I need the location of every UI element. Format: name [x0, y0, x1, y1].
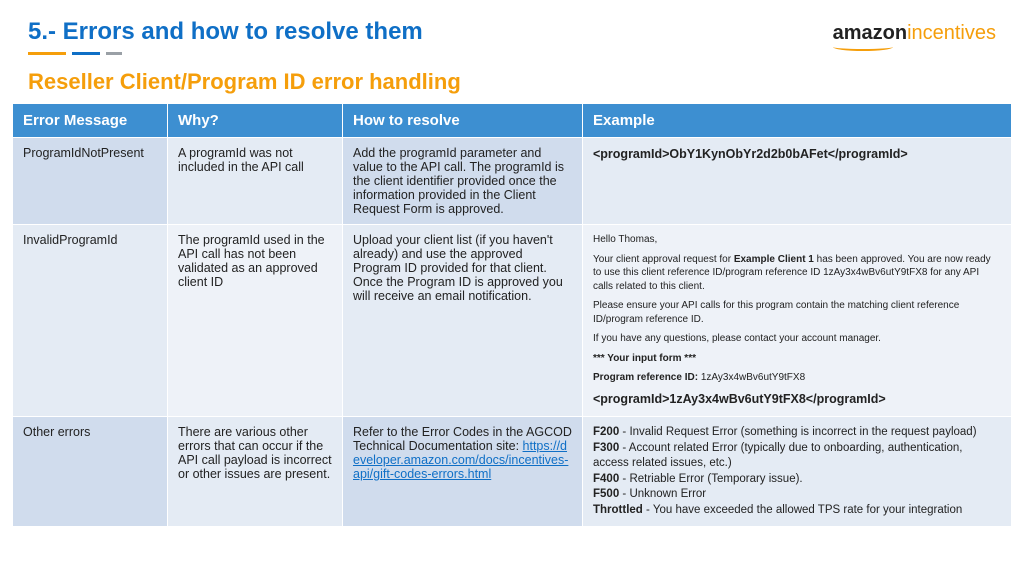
- section-subtitle: Reseller Client/Program ID error handlin…: [0, 55, 1024, 103]
- cell-how: Add the programId parameter and value to…: [343, 138, 583, 225]
- th-why: Why?: [168, 104, 343, 138]
- cell-why: There are various other errors that can …: [168, 417, 343, 527]
- th-error-message: Error Message: [13, 104, 168, 138]
- title-underline: [28, 52, 423, 55]
- cell-how: Upload your client list (if you haven't …: [343, 225, 583, 417]
- page-title: 5.- Errors and how to resolve them: [28, 18, 423, 46]
- table-row: InvalidProgramId The programId used in t…: [13, 225, 1012, 417]
- table-row: ProgramIdNotPresent A programId was not …: [13, 138, 1012, 225]
- cell-msg: Other errors: [13, 417, 168, 527]
- cell-example: Hello Thomas, Your client approval reque…: [583, 225, 1012, 417]
- example-code: <programId>1zAy3x4wBv6utY9tFX8</programI…: [593, 392, 886, 406]
- brand-logo: amazonincentives: [833, 18, 996, 51]
- approval-email: Hello Thomas, Your client approval reque…: [593, 233, 1001, 385]
- th-how: How to resolve: [343, 104, 583, 138]
- cell-msg: ProgramIdNotPresent: [13, 138, 168, 225]
- table-row: Other errors There are various other err…: [13, 417, 1012, 527]
- cell-example: F200 - Invalid Request Error (something …: [583, 417, 1012, 527]
- error-table: Error Message Why? How to resolve Exampl…: [12, 103, 1012, 527]
- cell-how: Refer to the Error Codes in the AGCOD Te…: [343, 417, 583, 527]
- logo-suffix: incentives: [907, 22, 996, 44]
- logo-main: amazon: [833, 22, 907, 44]
- cell-why: A programId was not included in the API …: [168, 138, 343, 225]
- cell-example: <programId>ObY1KynObYr2d2b0bAFet</progra…: [583, 138, 1012, 225]
- cell-why: The programId used in the API call has n…: [168, 225, 343, 417]
- cell-msg: InvalidProgramId: [13, 225, 168, 417]
- th-example: Example: [583, 104, 1012, 138]
- example-code: <programId>ObY1KynObYr2d2b0bAFet</progra…: [593, 147, 908, 161]
